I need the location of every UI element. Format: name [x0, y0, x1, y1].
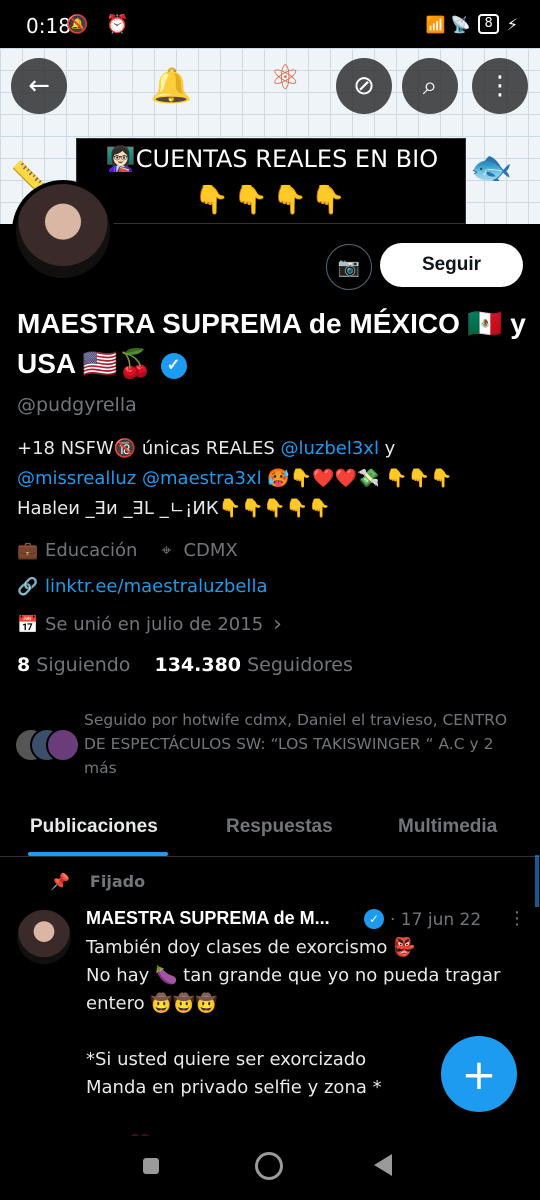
- plus-icon: +: [461, 1049, 497, 1099]
- search-button[interactable]: ⌕: [402, 58, 458, 114]
- translate-button[interactable]: ⊘: [336, 58, 392, 114]
- tweet-avatar[interactable]: [17, 910, 71, 964]
- followers-count: 134.380: [154, 654, 242, 676]
- charging-icon: ⚡: [506, 14, 518, 34]
- followed-by-text[interactable]: Seguido por hotwife cdmx, Daniel el trav…: [84, 708, 524, 780]
- profile-name: MAESTRA SUPREMA de MÉXICO 🇲🇽 y USA 🇺🇸🍒 ✓: [17, 304, 527, 384]
- location-icon: ⌖: [161, 540, 172, 561]
- banner-emojis: 👇👇👇👇: [194, 183, 350, 216]
- follow-counts: 8 Siguiendo 134.380 Seguidores: [17, 654, 353, 676]
- bio-text: 🥵👇❤️❤️💸 👇👇👇: [261, 468, 453, 489]
- avatar: [46, 728, 80, 762]
- bell-doodle: 🔔: [150, 66, 193, 106]
- profile-name-text: MAESTRA SUPREMA de MÉXICO 🇲🇽 y USA 🇺🇸🍒: [17, 308, 526, 379]
- tab-publicaciones[interactable]: Publicaciones: [30, 816, 158, 838]
- status-right-icons: 📶 📡 8 ⚡: [426, 14, 518, 34]
- bio-mention-maestra[interactable]: @maestra3xl: [142, 468, 262, 489]
- compose-button[interactable]: +: [441, 1036, 517, 1112]
- following-link[interactable]: 8 Siguiendo: [17, 654, 130, 676]
- bio-text: +18 NSFW🔞 únicas REALES: [17, 438, 281, 459]
- profile-meta-category: 💼 Educación ⌖ CDMX: [17, 540, 238, 561]
- profile-bio: +18 NSFW🔞 únicas REALES @luzbel3xl y @mi…: [17, 434, 527, 524]
- followed-by-avatars[interactable]: [14, 728, 80, 762]
- signal-icon: 📶 📡: [425, 14, 471, 34]
- banner-title: 👩🏻‍🏫CUENTAS REALES EN BIO: [105, 145, 439, 173]
- website-link[interactable]: linktr.ee/maestraluzbella: [45, 576, 267, 597]
- battery-icon: 8: [478, 14, 499, 34]
- recent-apps-button[interactable]: [143, 1158, 159, 1174]
- system-back-button[interactable]: [374, 1154, 392, 1176]
- profile-tabs: Publicaciones Respuestas Multimedia: [0, 800, 540, 857]
- atom-doodle: ⚛: [270, 58, 301, 98]
- verified-icon[interactable]: ✓: [160, 352, 187, 379]
- profile-handle: @pudgyrella: [17, 394, 137, 416]
- following-label: Siguiendo: [36, 654, 131, 676]
- profile-joined-row[interactable]: 📅 Se unió en julio de 2015 ›: [17, 612, 282, 637]
- follow-button[interactable]: Seguir: [380, 243, 523, 287]
- profile-avatar[interactable]: [12, 180, 114, 282]
- tweet-more-icon[interactable]: ⋮: [508, 908, 526, 929]
- followers-link[interactable]: 134.380 Seguidores: [154, 654, 352, 676]
- tweet-verified-icon: ✓: [364, 909, 384, 929]
- bio-text: Навlеи _ꓱи _ꓱL _ㄴ¡ИК👇👇👇👇👇: [17, 498, 331, 519]
- tweet-author-name[interactable]: MAESTRA SUPREMA de M...: [86, 908, 330, 929]
- active-tab-indicator: [28, 852, 168, 856]
- chevron-right-icon: ›: [273, 612, 282, 637]
- link-icon: 🔗: [17, 576, 39, 597]
- home-button[interactable]: [255, 1152, 283, 1180]
- pinned-label: Fijado: [89, 872, 146, 891]
- following-count: 8: [17, 654, 31, 676]
- calendar-icon: 📅: [17, 614, 39, 635]
- tab-respuestas[interactable]: Respuestas: [226, 816, 333, 838]
- more-icon: ⋮: [487, 71, 513, 101]
- status-bar: 0:18 🔕 ⏰ 📶 📡 8 ⚡: [0, 0, 540, 48]
- pinned-label-row: 📌 Fijado: [50, 872, 145, 891]
- bio-mention-missrealluz[interactable]: @missrealluz: [17, 468, 136, 489]
- profile-website-row: 🔗 linktr.ee/maestraluzbella: [17, 576, 267, 597]
- pin-icon: 📌: [50, 872, 70, 891]
- followers-label: Seguidores: [247, 654, 353, 676]
- briefcase-icon: 💼: [17, 540, 39, 561]
- search-icon: ⌕: [422, 70, 438, 101]
- category-text: Educación: [45, 540, 138, 561]
- tab-multimedia[interactable]: Multimedia: [398, 816, 497, 838]
- back-button[interactable]: ←: [11, 58, 67, 114]
- bio-mention-luzbel[interactable]: @luzbel3xl: [280, 438, 378, 459]
- scroll-indicator: [535, 855, 539, 907]
- location-text: CDMX: [183, 540, 238, 561]
- status-left-icons: 🔕 ⏰: [66, 14, 135, 35]
- back-icon: ←: [28, 71, 50, 101]
- joined-text: Se unió en julio de 2015: [45, 614, 264, 635]
- bio-text: y: [378, 438, 396, 459]
- banner-text-box: 👩🏻‍🏫CUENTAS REALES EN BIO 👇👇👇👇: [76, 138, 466, 224]
- translate-icon: ⊘: [353, 71, 375, 101]
- camera-icon: 📷: [337, 256, 361, 278]
- status-time: 0:18: [26, 14, 71, 38]
- tweet-date[interactable]: · 17 jun 22: [390, 910, 481, 930]
- profile-camera-button[interactable]: 📷: [326, 244, 372, 290]
- more-button[interactable]: ⋮: [472, 58, 528, 114]
- fish-doodle: 🐟: [470, 148, 513, 188]
